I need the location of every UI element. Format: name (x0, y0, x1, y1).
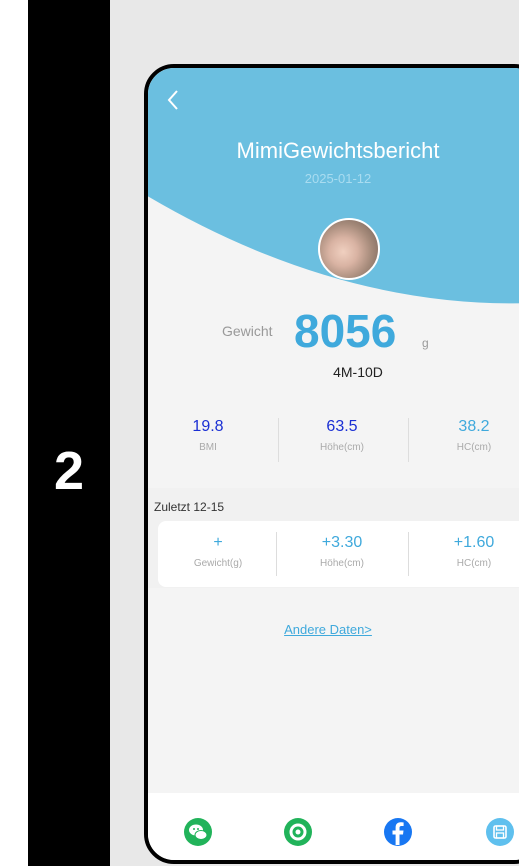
stat-value: 63.5 (326, 418, 358, 435)
change-value: +1.60 (453, 534, 495, 551)
header-background (148, 68, 519, 304)
card-divider (408, 532, 409, 576)
change-weight: + Gewicht(g) (158, 534, 278, 569)
stat-label: HC(cm) (456, 442, 492, 453)
save-button[interactable] (486, 818, 514, 846)
step-number: 2 (53, 441, 85, 501)
phone-screen: MimiGewichtsbericht 2025-01-12 Gewicht 8… (144, 64, 519, 864)
back-button[interactable] (166, 88, 190, 118)
report-title: MimiGewichtsbericht (236, 138, 440, 163)
change-height: +3.30 Höhe(cm) (282, 534, 402, 569)
weight-unit: g (422, 336, 429, 350)
stat-divider (278, 418, 279, 462)
change-label: Höhe(cm) (320, 558, 364, 569)
save-icon (493, 825, 507, 839)
stat-divider (408, 418, 409, 462)
change-value: +3.30 (321, 534, 363, 551)
last-record-label: Zuletzt 12-15 (154, 500, 225, 514)
report-date: 2025-01-12 (304, 171, 372, 186)
change-value: + (213, 534, 223, 551)
screenshot-stage: 2 MimiGewichtsbericht 2025-01-12 Gewicht… (0, 0, 519, 866)
baby-avatar[interactable] (318, 218, 380, 280)
baby-age: 4M-10D (333, 364, 383, 380)
stat-value: 38.2 (458, 418, 490, 435)
card-divider (276, 532, 277, 576)
stat-label: BMI (199, 442, 217, 453)
change-label: Gewicht(g) (193, 558, 243, 569)
change-label: HC(cm) (456, 558, 492, 569)
facebook-icon (392, 822, 404, 845)
stat-value: 19.8 (192, 418, 224, 435)
stat-height: 63.5 Höhe(cm) (282, 418, 402, 453)
share-moments-button[interactable] (284, 818, 312, 846)
wechat-icon (189, 824, 208, 840)
moments-icon (289, 823, 307, 841)
change-hc: +1.60 HC(cm) (414, 534, 519, 569)
other-data-link[interactable]: Andere Daten> (148, 622, 519, 637)
share-wechat-button[interactable] (184, 818, 212, 846)
stat-bmi: 19.8 BMI (148, 418, 268, 453)
share-facebook-button[interactable] (384, 818, 412, 846)
chevron-left-icon (167, 90, 178, 110)
weight-value: 8056 (294, 305, 397, 357)
stat-label: Höhe(cm) (320, 442, 364, 453)
stat-hc: 38.2 HC(cm) (414, 418, 519, 453)
step-sidebar (28, 0, 110, 866)
weight-label: Gewicht (222, 323, 273, 339)
